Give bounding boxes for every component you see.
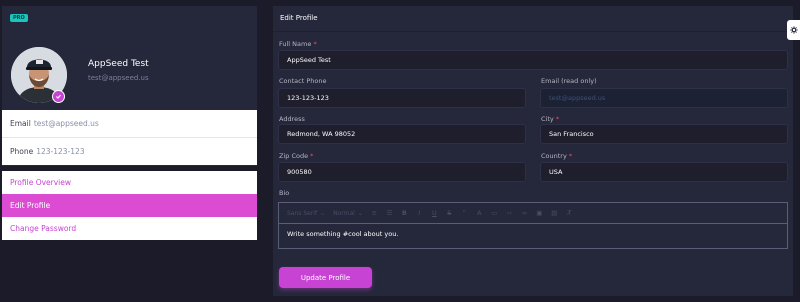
full-name-label: Full Name *: [279, 40, 317, 48]
nav-item-change-password[interactable]: Change Password: [2, 217, 257, 240]
edit-profile-panel: Edit Profile Full Name * Contact Phone E…: [273, 6, 793, 296]
bio-label: Bio: [279, 189, 290, 197]
quote-icon[interactable]: ”: [461, 209, 468, 217]
text-color-icon[interactable]: A: [476, 209, 483, 217]
link-icon[interactable]: ∞: [521, 209, 528, 217]
full-name-input[interactable]: [278, 50, 788, 70]
email-readonly-input[interactable]: [540, 88, 788, 108]
highlight-icon[interactable]: ▭: [491, 209, 498, 217]
address-label: Address: [279, 115, 305, 123]
image-icon[interactable]: ▣: [536, 209, 543, 217]
gear-icon: [789, 26, 798, 34]
list-icon[interactable]: ☰: [386, 209, 393, 217]
font-size-select[interactable]: Normal ⌄: [333, 210, 363, 217]
nav-item-profile-overview[interactable]: Profile Overview: [2, 171, 257, 194]
contact-phone-label: Contact Phone: [279, 77, 327, 85]
email-readonly-label: Email (read only): [541, 77, 597, 85]
align-icon[interactable]: ≡: [371, 209, 378, 217]
zip-code-input[interactable]: [278, 162, 526, 182]
contact-email-label: Email: [10, 119, 31, 128]
panel-divider: [273, 31, 793, 32]
country-input[interactable]: [540, 162, 788, 182]
city-input[interactable]: [540, 124, 788, 144]
bio-text[interactable]: Write something #cool about you.: [279, 224, 787, 238]
profile-nav: Profile Overview Edit Profile Change Pas…: [2, 171, 257, 240]
contact-phone-value: 123-123-123: [36, 146, 85, 156]
contact-phone-input[interactable]: [278, 88, 526, 108]
contact-phone-row: Phone 123-123-123: [2, 137, 257, 164]
update-profile-button[interactable]: Update Profile: [279, 267, 372, 288]
nav-item-edit-profile[interactable]: Edit Profile: [2, 194, 257, 217]
bold-icon[interactable]: B: [401, 209, 408, 217]
video-icon[interactable]: ▤: [551, 209, 558, 217]
chevron-down-icon: ⌄: [320, 209, 326, 217]
contact-email-value: test@appseed.us: [33, 119, 99, 128]
contact-info-list: Email test@appseed.us Phone 123-123-123: [2, 110, 257, 165]
code-icon[interactable]: ‹›: [506, 209, 513, 217]
font-family-select[interactable]: Sans Serif ⌄: [287, 210, 325, 217]
profile-email: test@appseed.us: [88, 74, 149, 82]
contact-email-row: Email test@appseed.us: [2, 110, 257, 137]
italic-icon[interactable]: I: [416, 209, 423, 217]
city-label: City *: [541, 115, 560, 123]
contact-phone-label: Phone: [10, 146, 34, 156]
zip-code-label: Zip Code *: [279, 152, 314, 160]
country-label: Country *: [541, 152, 573, 160]
profile-name: AppSeed Test: [88, 59, 149, 69]
check-icon: [56, 94, 62, 99]
pro-badge: PRO: [10, 14, 28, 22]
bio-editor: Sans Serif ⌄ Normal ⌄ ≡ ☰ B I U S ” A ▭ ‹›…: [278, 202, 788, 249]
clear-format-icon[interactable]: T̸: [566, 209, 573, 217]
verified-badge: [52, 90, 65, 103]
editor-toolbar: Sans Serif ⌄ Normal ⌄ ≡ ☰ B I U S ” A ▭ ‹›…: [279, 203, 787, 224]
settings-tab[interactable]: [787, 20, 800, 40]
chevron-down-icon: ⌄: [357, 209, 363, 217]
address-input[interactable]: [278, 124, 526, 144]
underline-icon[interactable]: U: [431, 209, 438, 217]
panel-title: Edit Profile: [280, 14, 318, 22]
strikethrough-icon[interactable]: S: [446, 209, 453, 217]
